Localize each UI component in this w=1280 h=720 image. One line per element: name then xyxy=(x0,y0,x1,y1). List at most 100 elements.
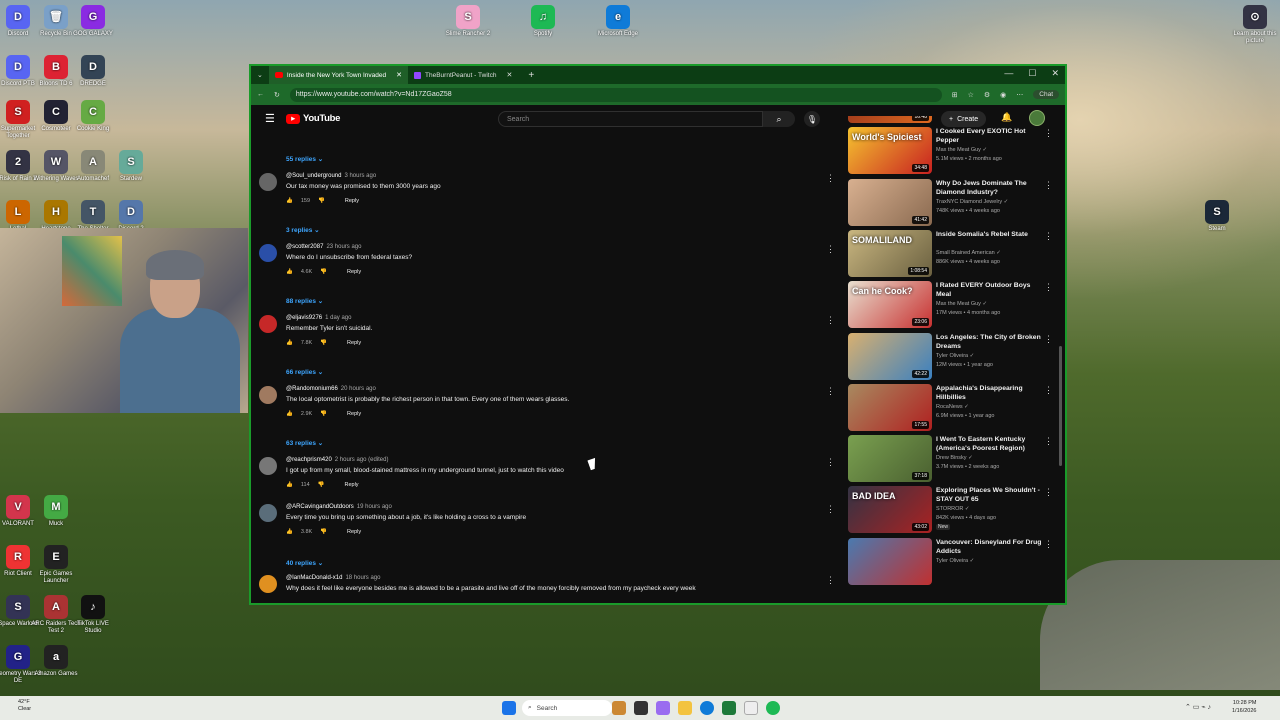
channel-name[interactable]: Small Brained American ✓ xyxy=(936,250,1001,256)
read-aloud-icon[interactable]: ⊞ xyxy=(952,91,958,99)
file-explorer-icon[interactable] xyxy=(678,701,692,715)
menu-hamburger-icon[interactable]: ☰ xyxy=(265,112,275,125)
video-thumbnail[interactable]: 42:22 xyxy=(848,332,932,380)
comment-more-icon[interactable]: ⋮ xyxy=(826,575,835,586)
dislike-button[interactable]: 👎 xyxy=(320,411,327,417)
commenter-avatar[interactable] xyxy=(259,575,277,593)
related-video[interactable]: 41:42 Why Do Jews Dominate The Diamond In… xyxy=(848,178,1063,228)
video-more-icon[interactable]: ⋮ xyxy=(1044,282,1053,293)
reply-button[interactable]: Reply xyxy=(345,198,359,204)
game-app-icon[interactable] xyxy=(612,701,626,715)
tab-youtube[interactable]: Inside the New York Town Invaded ✕ xyxy=(268,66,409,84)
commenter-handle[interactable]: @Randomonium66 xyxy=(286,386,338,392)
copilot-icon[interactable] xyxy=(656,701,670,715)
system-tray-icons[interactable]: ⌃ ▭ ⌁ ♪ xyxy=(1185,703,1211,711)
channel-name[interactable]: Drew Binsky ✓ xyxy=(936,455,973,461)
dislike-button[interactable]: 👎 xyxy=(320,340,327,346)
video-thumbnail[interactable]: 17:55 xyxy=(848,383,932,431)
commenter-handle[interactable]: @reachprism420 xyxy=(286,457,332,463)
desktop-icon[interactable]: a Amazon Games xyxy=(31,645,81,678)
video-thumbnail[interactable]: Can he Cook? 23:06 xyxy=(848,281,932,329)
desktop-icon[interactable]: S Steam xyxy=(1192,200,1242,233)
scrollbar[interactable] xyxy=(1059,346,1062,466)
reply-button[interactable]: Reply xyxy=(347,340,361,346)
comment-more-icon[interactable]: ⋮ xyxy=(826,504,835,515)
dislike-button[interactable]: 👎 xyxy=(320,529,327,535)
refresh-icon[interactable]: ↻ xyxy=(274,91,280,99)
video-thumbnail[interactable]: World's Spiciest 34:48 xyxy=(848,127,932,175)
replies-toggle[interactable]: 3 replies ⌄ xyxy=(286,226,320,234)
copilot-chat-button[interactable]: Chat xyxy=(1033,90,1059,99)
video-title[interactable]: I Went To Eastern Kentucky (America's Po… xyxy=(936,435,1046,453)
related-video[interactable]: Vancouver: Disneyland For Drug Addicts Ty… xyxy=(848,537,1063,587)
channel-name[interactable]: Tyler Oliveira ✓ xyxy=(936,558,974,564)
video-thumbnail[interactable]: 41:42 xyxy=(848,178,932,226)
dislike-button[interactable]: 👎 xyxy=(318,198,325,204)
desktop-icon[interactable]: D DREDGE xyxy=(68,55,118,88)
commenter-avatar[interactable] xyxy=(259,504,277,522)
channel-name[interactable]: Max the Meat Guy ✓ xyxy=(936,147,987,153)
search-button[interactable]: ⌕ xyxy=(763,111,795,127)
tab-twitch[interactable]: TheBurntPeanut - Twitch ✕ xyxy=(408,66,518,84)
video-thumbnail[interactable] xyxy=(848,537,932,585)
desktop-icon[interactable]: S Stardew xyxy=(106,150,156,183)
comment-more-icon[interactable]: ⋮ xyxy=(826,173,835,184)
video-more-icon[interactable]: ⋮ xyxy=(1044,487,1053,498)
video-more-icon[interactable]: ⋮ xyxy=(1044,436,1053,447)
video-more-icon[interactable]: ⋮ xyxy=(1044,180,1053,191)
profile-icon[interactable]: ◉ xyxy=(1000,91,1006,99)
like-button[interactable]: 👍 xyxy=(286,482,293,488)
voice-search-button[interactable]: 🎙 xyxy=(804,111,820,127)
close-window-button[interactable]: ✕ xyxy=(1051,68,1059,79)
desktop-icon[interactable]: ⊙ Learn about this picture xyxy=(1230,5,1280,45)
channel-name[interactable]: Tyler Oliveira ✓ xyxy=(936,353,974,359)
desktop-icon[interactable]: C Cookie King xyxy=(68,100,118,133)
video-thumbnail[interactable]: SOMALILAND 1:08:54 xyxy=(848,229,932,277)
replies-toggle[interactable]: 66 replies ⌄ xyxy=(286,368,323,376)
url-field[interactable]: https://www.youtube.com/watch?v=Nd17ZGao… xyxy=(289,87,942,102)
video-title[interactable]: Inside Somalia's Rebel State xyxy=(936,230,1046,239)
related-video[interactable]: 42:22 Los Angeles: The City of Broken Dre… xyxy=(848,332,1063,382)
commenter-handle[interactable]: @IanMacDonald-x1d xyxy=(286,575,342,581)
task-view-icon[interactable] xyxy=(634,701,648,715)
replies-toggle[interactable]: 88 replies ⌄ xyxy=(286,297,323,305)
dislike-button[interactable]: 👎 xyxy=(320,269,327,275)
channel-name[interactable]: STORROR ✓ xyxy=(936,506,970,512)
commenter-avatar[interactable] xyxy=(259,457,277,475)
like-button[interactable]: 👍 xyxy=(286,269,293,275)
comment-more-icon[interactable]: ⋮ xyxy=(826,315,835,326)
related-video[interactable]: 16:481.2M views • 10 days ago⋮ xyxy=(848,116,1063,125)
video-more-icon[interactable]: ⋮ xyxy=(1044,128,1053,139)
taskbar-search[interactable]: ⌕ Search xyxy=(522,700,612,716)
extensions-icon[interactable]: ⚙ xyxy=(984,91,990,99)
desktop-icon[interactable]: M Muck xyxy=(31,495,81,528)
comment-more-icon[interactable]: ⋮ xyxy=(826,386,835,397)
search-input[interactable]: Search xyxy=(498,111,763,127)
video-more-icon[interactable]: ⋮ xyxy=(1044,231,1053,242)
reply-button[interactable]: Reply xyxy=(345,482,359,488)
video-title[interactable]: Why Do Jews Dominate The Diamond Industr… xyxy=(936,179,1046,197)
video-title[interactable]: I Rated EVERY Outdoor Boys Meal xyxy=(936,281,1046,299)
desktop-icon[interactable]: e Microsoft Edge xyxy=(593,5,643,38)
video-title[interactable]: Exploring Places We Shouldn't - STAY OUT… xyxy=(936,486,1046,504)
channel-name[interactable]: TraxNYC Diamond Jewelry ✓ xyxy=(936,199,1008,205)
replies-toggle[interactable]: 40 replies ⌄ xyxy=(286,559,323,567)
video-thumbnail[interactable]: 16:48 xyxy=(848,116,932,123)
maximize-button[interactable]: ☐ xyxy=(1028,68,1036,79)
clock[interactable]: 10:28 PM 1/16/2026 xyxy=(1232,699,1256,715)
back-arrow-icon[interactable]: ← xyxy=(257,91,264,98)
favorite-star-icon[interactable]: ☆ xyxy=(968,91,974,99)
spreadsheet-icon[interactable] xyxy=(722,701,736,715)
channel-name[interactable]: Max the Meat Guy ✓ xyxy=(936,301,987,307)
reply-button[interactable]: Reply xyxy=(347,529,361,535)
notepad-icon[interactable] xyxy=(744,701,758,715)
commenter-handle[interactable]: @eljavis9276 xyxy=(286,315,322,321)
like-button[interactable]: 👍 xyxy=(286,529,293,535)
video-thumbnail[interactable]: BAD IDEA 43:02 xyxy=(848,486,932,534)
weather-widget[interactable]: 42°F Clear xyxy=(18,699,31,713)
youtube-logo[interactable]: ▶ YouTube xyxy=(286,113,340,124)
replies-toggle[interactable]: 55 replies ⌄ xyxy=(286,155,323,163)
comment-more-icon[interactable]: ⋮ xyxy=(826,244,835,255)
related-video[interactable]: 17:55 Appalachia's Disappearing Hillbilli… xyxy=(848,383,1063,433)
new-tab-button[interactable]: + xyxy=(528,70,534,81)
